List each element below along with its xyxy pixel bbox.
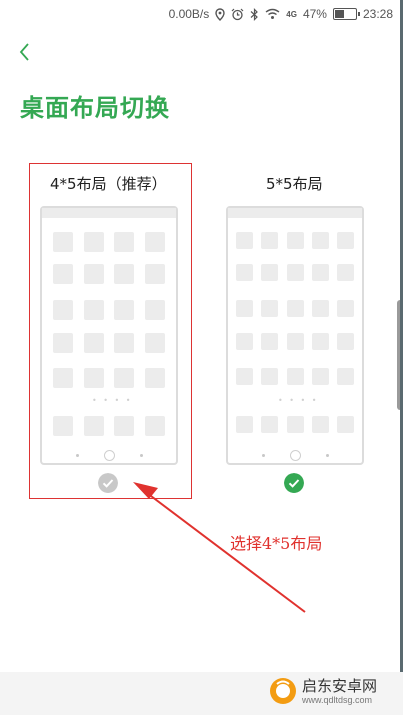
preview-dock-icon <box>114 416 135 436</box>
preview-home-button <box>290 450 301 461</box>
back-chevron-icon[interactable] <box>16 40 36 64</box>
preview-app-icon <box>336 333 354 350</box>
preview-app-icon <box>336 232 354 249</box>
layout-option-label-5x5[interactable]: 5*5布局 <box>266 173 323 194</box>
battery-percent: 47% <box>302 7 327 21</box>
preview-app-icon <box>311 264 329 281</box>
preview-app-icon <box>261 333 279 350</box>
preview-app-icon <box>286 264 304 281</box>
watermark-url: www.qdltdsg.com <box>302 694 373 705</box>
alarm-icon <box>231 8 244 20</box>
preview-app-icon <box>236 368 254 385</box>
preview-app-icon <box>83 232 104 252</box>
preview-nav-dot <box>76 454 79 457</box>
preview-app-icon <box>145 264 166 284</box>
preview-status-bar <box>228 208 362 218</box>
watermark: 启东安卓网 www.qdltdsg.com <box>268 676 377 706</box>
status-icons: 0.00B/s 4G 47% 23:28 <box>169 7 393 21</box>
page-title: 桌面布局切换 <box>20 94 170 122</box>
preview-app-icon <box>261 300 279 317</box>
preview-dock-icon <box>83 416 104 436</box>
preview-dock-icon <box>52 416 73 436</box>
radio-check-selected-icon[interactable] <box>284 473 304 493</box>
status-bar: 0.00B/s 4G 47% 23:28 <box>0 0 403 30</box>
preview-nav-dot <box>140 454 143 457</box>
battery-icon <box>332 8 360 20</box>
preview-app-icon <box>286 368 304 385</box>
preview-dock-icon <box>261 416 279 433</box>
preview-page-dots: • • • • <box>278 396 319 405</box>
preview-app-icon <box>236 333 254 350</box>
preview-app-icon <box>261 232 279 249</box>
preview-dock-icon <box>286 416 304 433</box>
preview-dock-icon <box>311 416 329 433</box>
preview-app-icon <box>336 368 354 385</box>
preview-app-icon <box>236 300 254 317</box>
preview-dock-icon <box>145 416 166 436</box>
preview-app-icon <box>336 264 354 281</box>
watermark-logo-icon <box>270 678 296 704</box>
preview-app-icon <box>286 300 304 317</box>
preview-app-icon <box>145 368 166 388</box>
layout-preview-5x5[interactable]: • • • • <box>226 206 364 465</box>
preview-app-icon <box>311 333 329 350</box>
preview-app-icon <box>114 232 135 252</box>
preview-app-icon <box>114 264 135 284</box>
preview-app-icon <box>145 300 166 320</box>
preview-page-dots: • • • • <box>92 396 133 405</box>
preview-app-icon <box>311 300 329 317</box>
preview-app-icon <box>52 300 73 320</box>
layout-option-label-4x5[interactable]: 4*5布局（推荐） <box>50 173 167 194</box>
preview-nav-dot <box>326 454 329 457</box>
preview-app-icon <box>52 232 73 252</box>
preview-app-icon <box>145 333 166 353</box>
watermark-name: 启东安卓网 <box>302 676 378 695</box>
preview-app-icon <box>52 368 73 388</box>
preview-app-icon <box>261 368 279 385</box>
preview-app-icon <box>52 333 73 353</box>
preview-app-icon <box>114 368 135 388</box>
wifi-icon <box>265 8 280 19</box>
preview-app-icon <box>261 264 279 281</box>
preview-app-icon <box>145 232 166 252</box>
layout-preview-4x5[interactable]: • • • • <box>40 206 178 465</box>
preview-app-icon <box>236 264 254 281</box>
annotation-text: 选择4*5布局 <box>230 534 323 553</box>
preview-app-icon <box>336 300 354 317</box>
battery-fill <box>334 10 344 18</box>
network-speed: 0.00B/s <box>168 7 210 21</box>
preview-app-icon <box>83 368 104 388</box>
preview-home-button <box>104 450 115 461</box>
preview-app-icon <box>286 333 304 350</box>
preview-dock-icon <box>236 416 254 433</box>
preview-app-icon <box>286 232 304 249</box>
preview-nav-dot <box>262 454 265 457</box>
preview-app-icon <box>236 232 254 249</box>
preview-app-icon <box>311 232 329 249</box>
preview-app-icon <box>83 300 104 320</box>
preview-app-icon <box>83 264 104 284</box>
clock: 23:28 <box>362 7 393 21</box>
preview-status-bar <box>42 208 176 218</box>
network-type: 4G <box>286 9 297 19</box>
radio-check-unselected-icon[interactable] <box>98 473 118 493</box>
bluetooth-icon <box>250 7 259 21</box>
preview-app-icon <box>114 300 135 320</box>
preview-dock-icon <box>336 416 354 433</box>
preview-app-icon <box>83 333 104 353</box>
preview-app-icon <box>52 264 73 284</box>
preview-app-icon <box>114 333 135 353</box>
location-icon <box>215 7 225 21</box>
preview-app-icon <box>311 368 329 385</box>
